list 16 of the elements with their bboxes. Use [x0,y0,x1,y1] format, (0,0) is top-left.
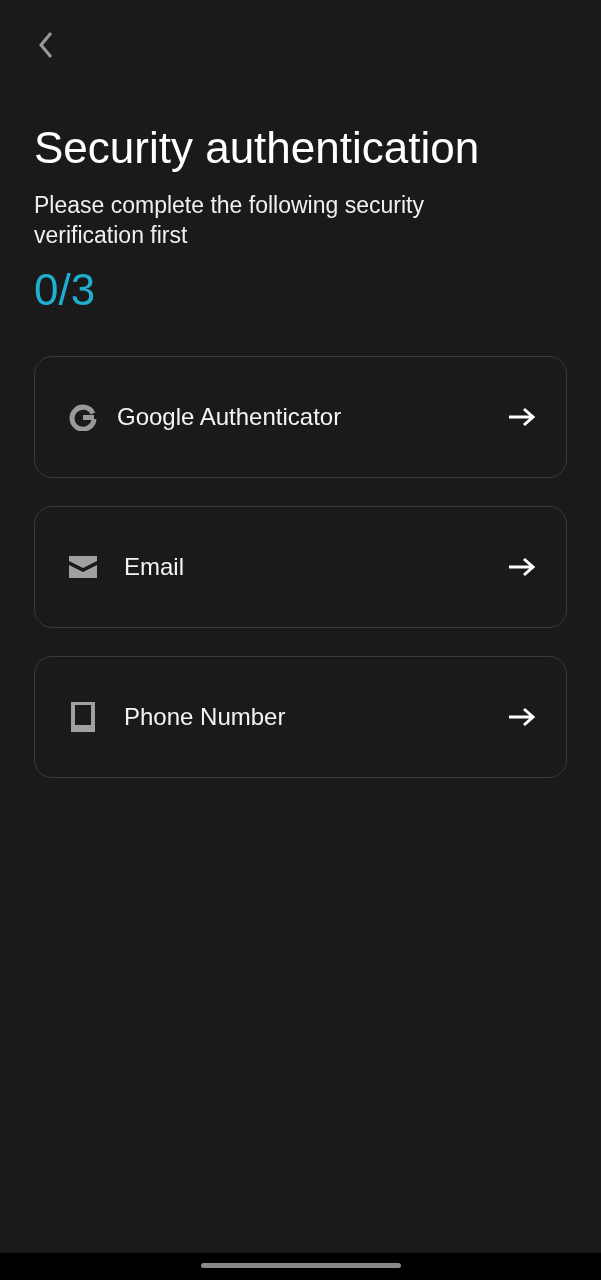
envelope-icon [69,556,97,578]
page-title: Security authentication [34,122,481,174]
option-label: Phone Number [124,703,287,731]
g-logo-icon [69,403,97,431]
verification-option[interactable]: Email [34,506,567,628]
subtitle: Please complete the following security verification first [34,191,425,250]
verification-option[interactable]: Google Authenticator [34,356,567,478]
option-label: Google Authenticator [117,403,343,431]
verification-option[interactable]: Phone Number [34,656,567,778]
phone-icon [71,702,95,732]
progress-count: 0/3 [34,264,97,316]
back-icon[interactable] [39,31,53,59]
arrow-right-icon [508,407,536,427]
arrow-right-icon [508,557,536,577]
arrow-right-icon [508,707,536,727]
option-label: Email [124,553,185,581]
